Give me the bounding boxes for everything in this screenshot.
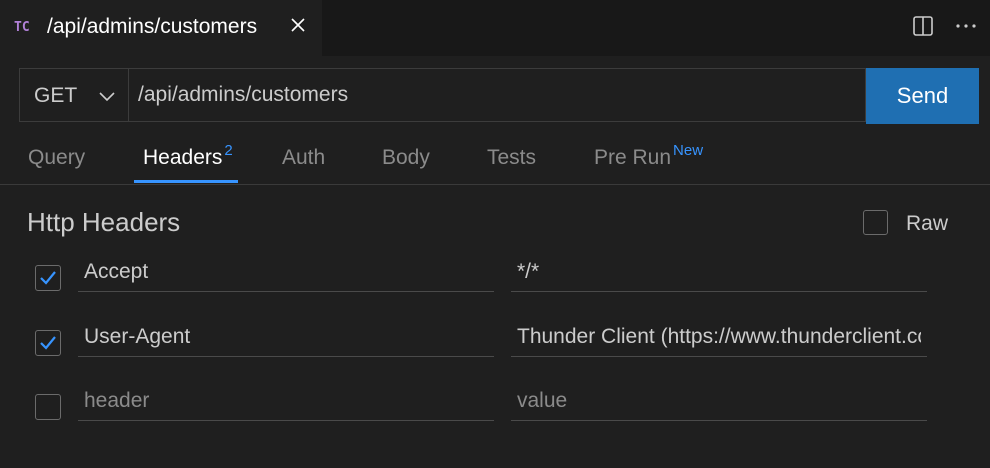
header-key-input[interactable]: [78, 382, 494, 420]
raw-label: Raw: [906, 212, 949, 235]
header-row: [0, 382, 990, 432]
editor-tab[interactable]: TC /api/admins/customers: [0, 0, 322, 56]
header-key-input[interactable]: [78, 318, 494, 356]
header-row: [0, 253, 990, 303]
header-value-input[interactable]: [511, 382, 927, 420]
raw-checkbox[interactable]: [863, 210, 888, 235]
header-key-field: [78, 318, 494, 357]
header-value-input[interactable]: [511, 253, 927, 291]
split-editor-icon[interactable]: [912, 15, 934, 37]
header-enabled-checkbox[interactable]: [35, 394, 61, 420]
header-row: [0, 318, 990, 368]
tab-title: /api/admins/customers: [47, 15, 258, 38]
header-value-field: [511, 253, 927, 292]
header-value-field: [511, 318, 927, 357]
tab-auth[interactable]: Auth: [282, 146, 325, 170]
tab-pre-run[interactable]: Pre Run New: [594, 142, 703, 170]
header-key-input[interactable]: [78, 253, 494, 291]
tab-query[interactable]: Query: [28, 146, 85, 170]
header-value-input[interactable]: [511, 318, 927, 356]
header-enabled-checkbox[interactable]: [35, 265, 61, 291]
check-icon: [40, 336, 56, 350]
close-icon[interactable]: [287, 14, 309, 36]
check-icon: [40, 271, 56, 285]
tab-tests-label: Tests: [487, 146, 537, 169]
active-tab-indicator: [134, 180, 238, 183]
tab-auth-label: Auth: [282, 146, 326, 169]
new-badge: New: [673, 142, 704, 159]
tab-pre-run-label: Pre Run: [594, 146, 672, 169]
tab-tests[interactable]: Tests: [487, 146, 536, 170]
tab-body[interactable]: Body: [382, 146, 430, 170]
tab-headers[interactable]: Headers 2: [143, 142, 233, 170]
send-button[interactable]: Send: [866, 68, 979, 124]
tab-headers-label: Headers: [143, 146, 223, 169]
url-input[interactable]: [130, 69, 860, 121]
request-tabs: Query Headers 2 Auth Body Tests Pre Run Ne…: [0, 136, 990, 185]
more-icon[interactable]: [954, 14, 978, 38]
header-value-field: [511, 382, 927, 421]
method-select[interactable]: GET: [20, 69, 129, 121]
thunder-client-logo: TC: [14, 20, 30, 35]
header-enabled-checkbox[interactable]: [35, 330, 61, 356]
tab-body-label: Body: [382, 146, 430, 169]
tab-query-label: Query: [28, 146, 86, 169]
headers-count-badge: 2: [224, 142, 233, 159]
header-key-field: [78, 253, 494, 292]
header-key-field: [78, 382, 494, 421]
url-bar: GET: [19, 68, 866, 122]
chevron-down-icon: [98, 87, 116, 105]
method-label: GET: [34, 84, 78, 107]
section-title: Http Headers: [27, 207, 181, 237]
editor-tab-bar: TC /api/admins/customers: [0, 0, 990, 56]
